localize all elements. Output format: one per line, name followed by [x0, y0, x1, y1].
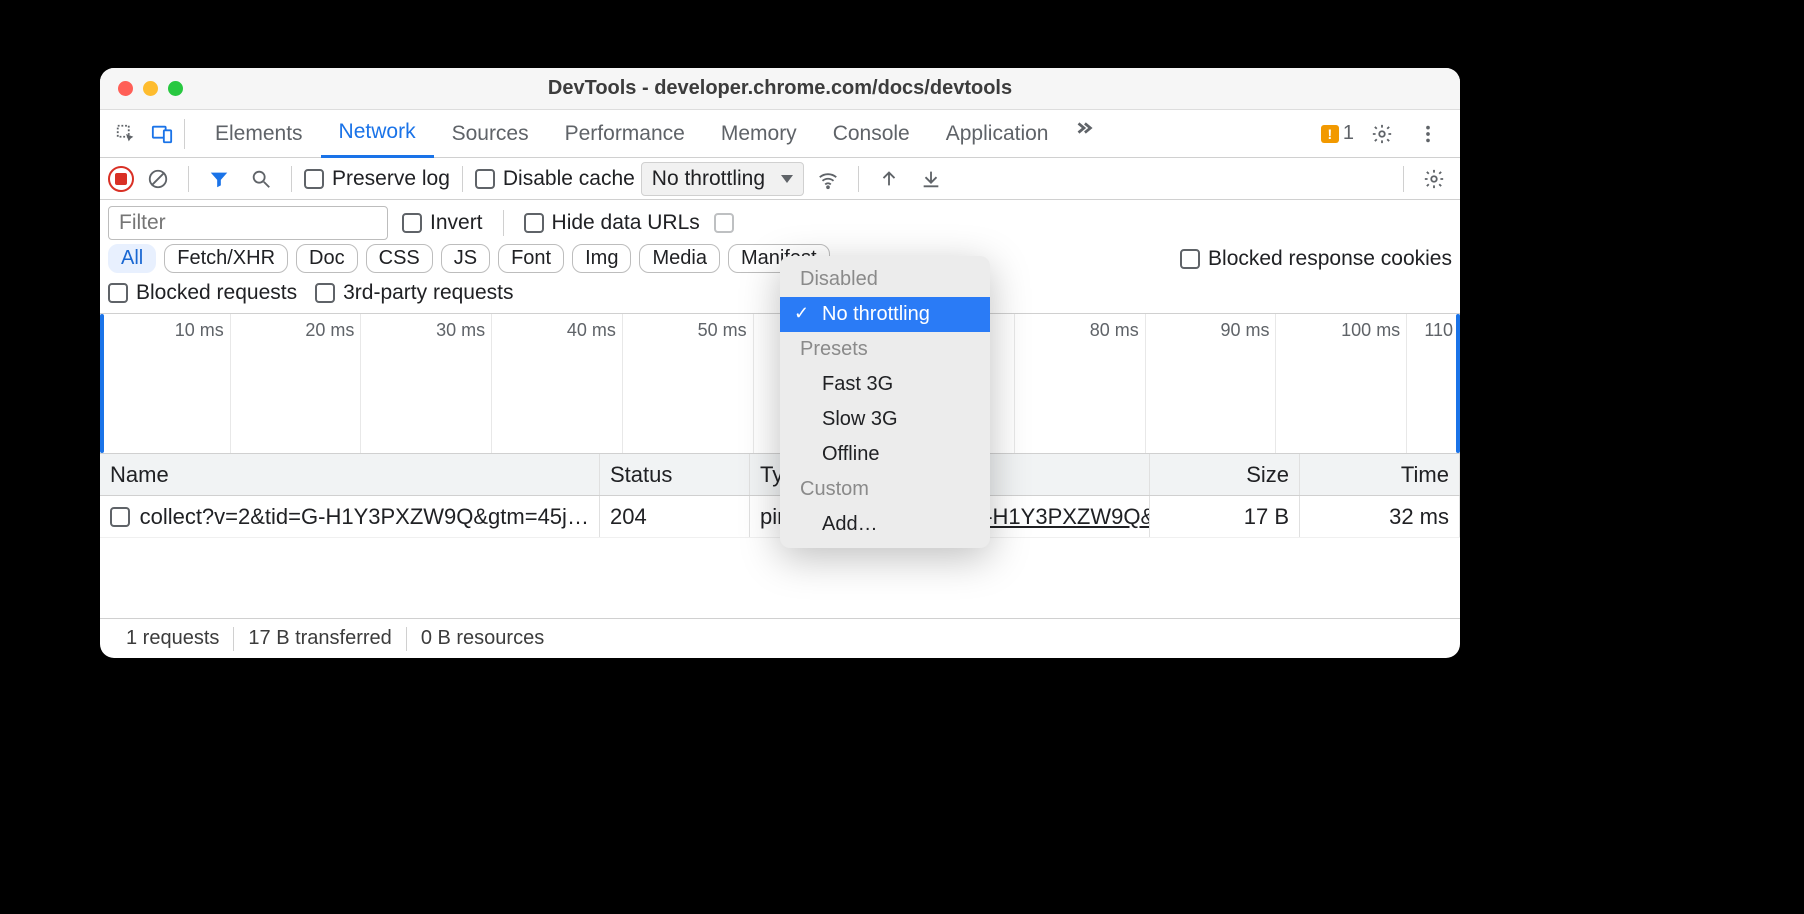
hidden-checkbox[interactable]: [714, 213, 734, 233]
tab-sources[interactable]: Sources: [434, 110, 547, 158]
third-party-checkbox[interactable]: 3rd-party requests: [315, 281, 513, 305]
divider: [184, 119, 185, 149]
filter-pill-doc[interactable]: Doc: [296, 244, 358, 273]
timeline-tick: 100 ms: [1341, 320, 1400, 341]
download-har-icon[interactable]: [913, 161, 949, 197]
request-status: 204: [600, 496, 750, 537]
invert-checkbox[interactable]: Invert: [402, 211, 483, 235]
col-size[interactable]: Size: [1150, 454, 1300, 495]
filter-pill-js[interactable]: JS: [441, 244, 490, 273]
divider: [1403, 166, 1404, 192]
devtools-window: DevTools - developer.chrome.com/docs/dev…: [100, 68, 1460, 658]
filter-pill-all[interactable]: All: [108, 244, 156, 273]
filter-toggle-icon[interactable]: [201, 161, 237, 197]
device-toolbar-icon[interactable]: [144, 116, 180, 152]
request-name: collect?v=2&tid=G-H1Y3PXZW9Q&gtm=45je…: [140, 504, 589, 530]
upload-har-icon[interactable]: [871, 161, 907, 197]
filter-row: Invert Hide data URLs: [100, 200, 1460, 240]
dropdown-item-offline[interactable]: Offline: [780, 437, 990, 472]
timeline-tick: 90 ms: [1220, 320, 1269, 341]
dropdown-item-add[interactable]: Add…: [780, 507, 990, 542]
divider: [503, 210, 504, 236]
preserve-log-checkbox[interactable]: Preserve log: [304, 167, 450, 191]
search-icon[interactable]: [243, 161, 279, 197]
close-window-button[interactable]: [118, 81, 133, 96]
col-status[interactable]: Status: [600, 454, 750, 495]
filter-pill-media[interactable]: Media: [639, 244, 719, 273]
main-tabs-row: Elements Network Sources Performance Mem…: [100, 110, 1460, 158]
divider: [462, 166, 463, 192]
timeline-tick: 110: [1424, 320, 1453, 341]
disable-cache-checkbox[interactable]: Disable cache: [475, 167, 635, 191]
record-button[interactable]: [108, 166, 134, 192]
col-time[interactable]: Time: [1300, 454, 1460, 495]
minimize-window-button[interactable]: [143, 81, 158, 96]
tab-performance[interactable]: Performance: [547, 110, 703, 158]
kebab-menu-icon[interactable]: [1410, 116, 1446, 152]
tab-elements[interactable]: Elements: [197, 110, 321, 158]
throttling-dropdown: Disabled No throttling Presets Fast 3G S…: [780, 256, 990, 548]
col-name[interactable]: Name: [100, 454, 600, 495]
tab-console[interactable]: Console: [815, 110, 928, 158]
dropdown-item-fast-3g[interactable]: Fast 3G: [780, 367, 990, 402]
request-size: 17 B: [1150, 496, 1300, 537]
request-time: 32 ms: [1300, 496, 1460, 537]
zoom-window-button[interactable]: [168, 81, 183, 96]
hide-data-urls-checkbox[interactable]: Hide data URLs: [524, 211, 700, 235]
window-title: DevTools - developer.chrome.com/docs/dev…: [100, 77, 1460, 100]
filter-pill-css[interactable]: CSS: [366, 244, 433, 273]
dropdown-header-custom: Custom: [780, 472, 990, 507]
divider: [858, 166, 859, 192]
issues-badge[interactable]: !1: [1321, 122, 1354, 145]
divider: [188, 166, 189, 192]
timeline-tick: 20 ms: [305, 320, 354, 341]
timeline-tick: 80 ms: [1090, 320, 1139, 341]
panel-tabs: Elements Network Sources Performance Mem…: [197, 110, 1321, 158]
timeline-right-handle[interactable]: [1456, 314, 1460, 453]
tab-memory[interactable]: Memory: [703, 110, 815, 158]
filter-pill-fetch[interactable]: Fetch/XHR: [164, 244, 288, 273]
throttling-select[interactable]: No throttling: [641, 162, 804, 196]
dropdown-item-slow-3g[interactable]: Slow 3G: [780, 402, 990, 437]
clear-icon[interactable]: [140, 161, 176, 197]
dropdown-item-no-throttling[interactable]: No throttling: [780, 297, 990, 332]
timeline-tick: 50 ms: [698, 320, 747, 341]
status-transferred: 17 B transferred: [234, 627, 405, 650]
filter-pill-font[interactable]: Font: [498, 244, 564, 273]
status-bar: 1 requests 17 B transferred 0 B resource…: [100, 618, 1460, 658]
dropdown-header-presets: Presets: [780, 332, 990, 367]
filter-input[interactable]: [108, 206, 388, 240]
status-requests: 1 requests: [112, 627, 233, 650]
issues-count: 1: [1343, 122, 1354, 145]
timeline-tick: 10 ms: [175, 320, 224, 341]
blocked-response-cookies-checkbox[interactable]: Blocked response cookies: [1180, 247, 1452, 271]
tab-network[interactable]: Network: [321, 110, 434, 158]
network-settings-icon[interactable]: [1416, 161, 1452, 197]
filter-pill-img[interactable]: Img: [572, 244, 631, 273]
tabs-right: !1: [1321, 116, 1452, 152]
network-conditions-icon[interactable]: [810, 161, 846, 197]
divider: [291, 166, 292, 192]
tab-application[interactable]: Application: [928, 110, 1067, 158]
inspect-element-icon[interactable]: [108, 116, 144, 152]
titlebar: DevTools - developer.chrome.com/docs/dev…: [100, 68, 1460, 110]
row-checkbox[interactable]: [110, 507, 130, 527]
timeline-tick: 40 ms: [567, 320, 616, 341]
status-resources: 0 B resources: [407, 627, 558, 650]
traffic-lights: [100, 81, 183, 96]
timeline-tick: 30 ms: [436, 320, 485, 341]
more-tabs-icon[interactable]: [1066, 110, 1102, 146]
blocked-requests-checkbox[interactable]: Blocked requests: [108, 281, 297, 305]
chevron-down-icon: [781, 175, 793, 183]
settings-icon[interactable]: [1364, 116, 1400, 152]
dropdown-header-disabled: Disabled: [780, 262, 990, 297]
network-toolbar: Preserve log Disable cache No throttling: [100, 158, 1460, 200]
